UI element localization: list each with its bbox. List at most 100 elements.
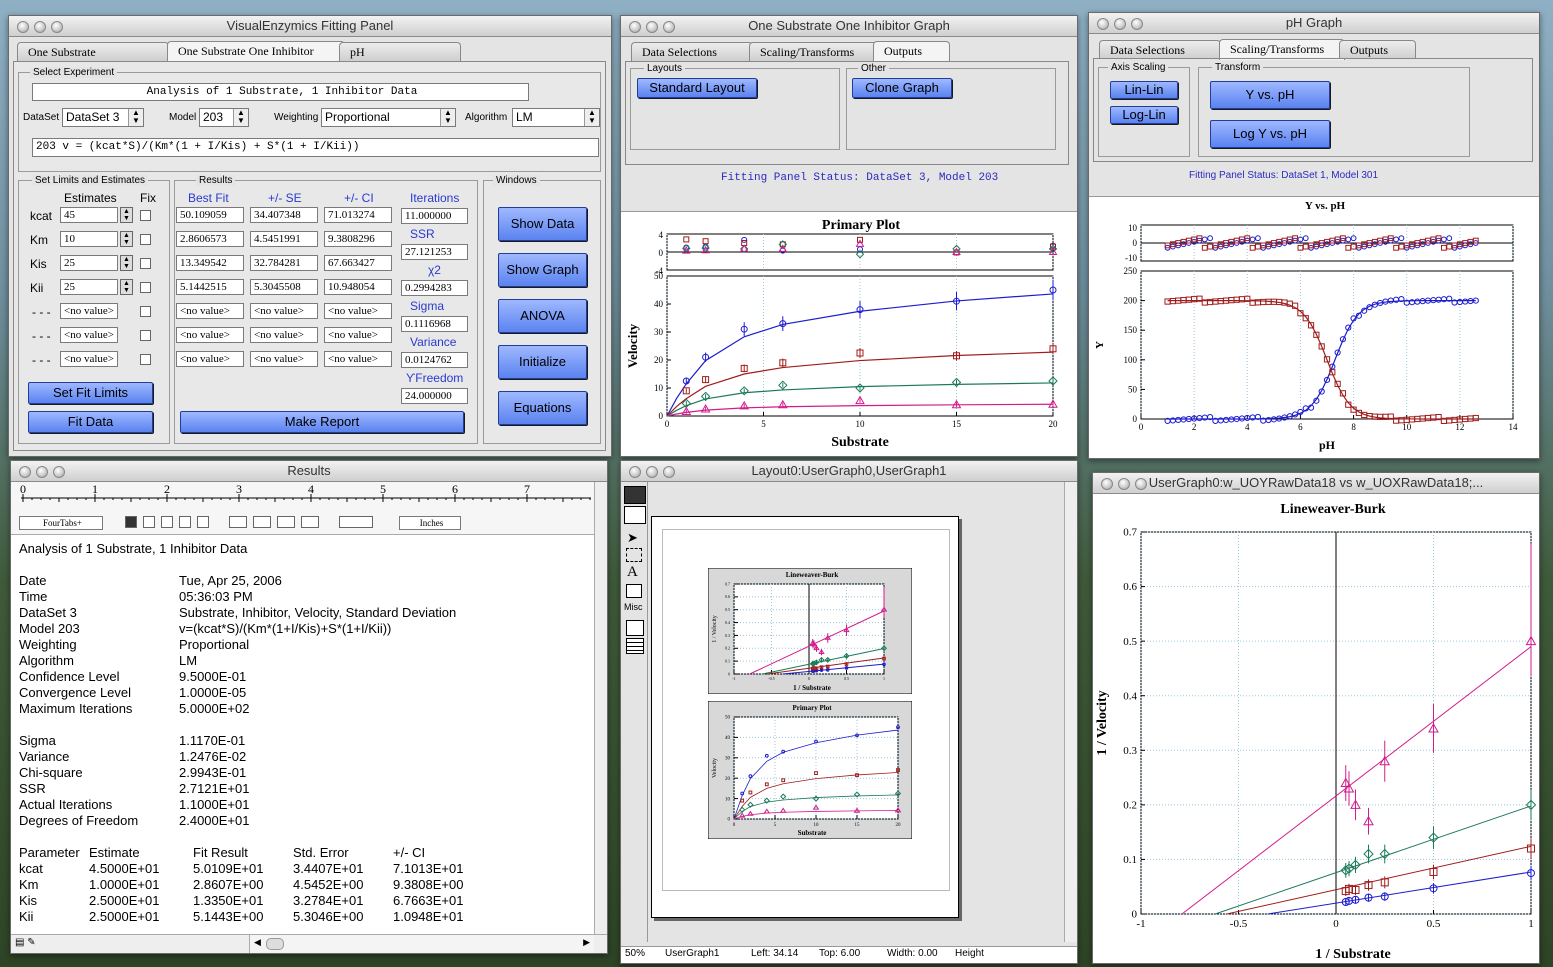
zoom-icon[interactable] [53, 466, 65, 478]
set-fit-limits-button[interactable]: Set Fit Limits [28, 382, 153, 404]
tab-outputs[interactable]: Outputs [1339, 40, 1416, 59]
fix-checkbox[interactable] [140, 234, 151, 245]
model-select[interactable]: 203 ▲ ▼ [199, 108, 249, 127]
weighting-select[interactable]: Proportional ▲ ▼ [321, 108, 456, 127]
tab-bar-icon[interactable] [197, 516, 209, 528]
align-right-icon[interactable] [277, 516, 295, 528]
page-icon[interactable]: ▤ ✎ [15, 937, 36, 948]
results-titlebar[interactable]: Results [11, 461, 607, 482]
frame-tool-icon[interactable] [626, 584, 642, 598]
tab-center-icon[interactable] [143, 516, 155, 528]
vertical-scrollbar[interactable] [594, 482, 607, 934]
fix-checkbox[interactable] [140, 258, 151, 269]
fix-checkbox[interactable] [140, 330, 151, 341]
log-y-vs-ph-button[interactable]: Log Y vs. pH [1210, 120, 1330, 148]
log-lin-button[interactable]: Log-Lin [1110, 106, 1178, 124]
tab-ph[interactable]: pH [339, 42, 461, 61]
lb-titlebar[interactable]: UserGraph0:w_UOYRawData18 vs w_UOXRawDat… [1093, 473, 1539, 494]
drawing-mode-icon[interactable] [624, 506, 646, 524]
ruler-select[interactable]: FourTabs+ [19, 516, 103, 530]
close-icon[interactable] [1101, 478, 1113, 490]
estimate-field[interactable]: <no value> [60, 303, 118, 319]
minimize-icon[interactable] [646, 466, 658, 478]
ruler[interactable]: 0 1 2 3 4 5 6 7 [11, 482, 595, 510]
estimate-field[interactable]: <no value> [60, 327, 118, 343]
fix-checkbox[interactable] [140, 210, 151, 221]
equation-field[interactable]: 203 v = (kcat*S)/(Km*(1 + I/Kis) + S*(1 … [32, 138, 599, 157]
standard-layout-button[interactable]: Standard Layout [637, 78, 757, 98]
clone-graph-button[interactable]: Clone Graph [852, 78, 952, 98]
estimate-field[interactable]: <no value> [60, 351, 118, 367]
fix-checkbox[interactable] [140, 306, 151, 317]
fix-checkbox[interactable] [140, 354, 151, 365]
estimate-field[interactable]: 45 [60, 207, 118, 223]
layout-mode-icon[interactable] [624, 486, 646, 504]
minimize-icon[interactable] [1114, 18, 1126, 30]
make-report-button[interactable]: Make Report [180, 411, 464, 433]
close-icon[interactable] [629, 466, 641, 478]
algorithm-select[interactable]: LM ▲ ▼ [512, 108, 600, 127]
layout-thumbnail-primary-plot[interactable]: 0 5 10 15 2001020304050Primary PlotSubstrate… [708, 701, 912, 839]
zoom-icon[interactable] [663, 466, 675, 478]
report-text[interactable]: Analysis of 1 Substrate, 1 Inhibitor Dat… [17, 541, 595, 931]
units-select[interactable]: Inches [399, 516, 461, 530]
vertical-scrollbar[interactable] [1064, 482, 1077, 942]
tab-data-selections[interactable]: Data Selections [1099, 40, 1221, 59]
stepper-icon[interactable]: ▲ ▼ [120, 231, 133, 247]
tab-left-icon[interactable] [125, 516, 137, 528]
estimate-field[interactable]: 10 [60, 231, 118, 247]
y-vs-ph-button[interactable]: Y vs. pH [1210, 81, 1330, 109]
zoom-icon[interactable] [51, 21, 63, 33]
tab-scaling-transforms[interactable]: Scaling/Transforms [749, 42, 877, 61]
table-tool-icon[interactable] [626, 638, 644, 654]
stepper-icon[interactable]: ▲ ▼ [120, 207, 133, 223]
line-spacing-icon[interactable] [339, 516, 373, 528]
close-icon[interactable] [629, 21, 641, 33]
stepper-icon[interactable]: ▲ ▼ [120, 255, 133, 271]
show-graph-button[interactable]: Show Graph [498, 253, 587, 287]
misc-label[interactable]: Misc [624, 602, 643, 612]
fit-data-button[interactable]: Fit Data [28, 411, 153, 433]
tab-one-substrate-one-inhibitor[interactable]: One Substrate One Inhibitor [167, 41, 345, 62]
estimate-field[interactable]: 25 [60, 255, 118, 271]
align-justify-icon[interactable] [301, 516, 319, 528]
text-tool-icon[interactable]: A [627, 564, 638, 581]
zoom-icon[interactable] [1135, 478, 1147, 490]
minimize-icon[interactable] [1118, 478, 1130, 490]
close-icon[interactable] [1097, 18, 1109, 30]
experiment-title-field[interactable]: Analysis of 1 Substrate, 1 Inhibitor Dat… [32, 83, 529, 101]
tab-one-substrate[interactable]: One Substrate [17, 42, 169, 61]
align-center-icon[interactable] [253, 516, 271, 528]
minimize-icon[interactable] [36, 466, 48, 478]
minimize-icon[interactable] [646, 21, 658, 33]
anova-button[interactable]: ANOVA [498, 299, 587, 333]
ph-graph-titlebar[interactable]: pH Graph [1089, 13, 1539, 34]
tab-outputs[interactable]: Outputs [873, 41, 950, 62]
zoom-icon[interactable] [663, 21, 675, 33]
fix-checkbox[interactable] [140, 282, 151, 293]
horizontal-scrollbar[interactable]: ◀ ▶ [249, 935, 594, 953]
initialize-button[interactable]: Initialize [498, 345, 587, 379]
lin-lin-button[interactable]: Lin-Lin [1110, 81, 1178, 99]
minimize-icon[interactable] [34, 21, 46, 33]
arrow-tool-icon[interactable]: ➤ [627, 530, 638, 546]
equations-button[interactable]: Equations [498, 391, 587, 425]
fitting-panel-titlebar[interactable]: VisualEnzymics Fitting Panel [9, 16, 611, 37]
zoom-icon[interactable] [1131, 18, 1143, 30]
ssoi-graph-titlebar[interactable]: One Substrate One Inhibitor Graph [621, 16, 1077, 37]
stepper-icon[interactable]: ▲ ▼ [120, 279, 133, 295]
graph-tool-icon[interactable] [626, 620, 644, 636]
marquee-tool-icon[interactable] [626, 548, 642, 562]
estimate-field[interactable]: 25 [60, 279, 118, 295]
close-icon[interactable] [19, 466, 31, 478]
tab-right-icon[interactable] [161, 516, 173, 528]
dataset-select[interactable]: DataSet 3 ▲ ▼ [62, 108, 144, 127]
tab-scaling-transforms[interactable]: Scaling/Transforms [1219, 39, 1345, 60]
tab-decimal-icon[interactable] [179, 516, 191, 528]
layout-titlebar[interactable]: Layout0:UserGraph0,UserGraph1 [621, 461, 1077, 482]
align-left-icon[interactable] [229, 516, 247, 528]
layout-thumbnail-lineweaver-burk[interactable]: -1 -0.5 0 0.5 1 0 0.1 0.2 0.3 0.4 0.5 0.6 0.7 Linewea… [708, 568, 912, 694]
zoom-select[interactable]: 50% [625, 947, 645, 961]
tab-data-selections[interactable]: Data Selections [631, 42, 753, 61]
close-icon[interactable] [17, 21, 29, 33]
